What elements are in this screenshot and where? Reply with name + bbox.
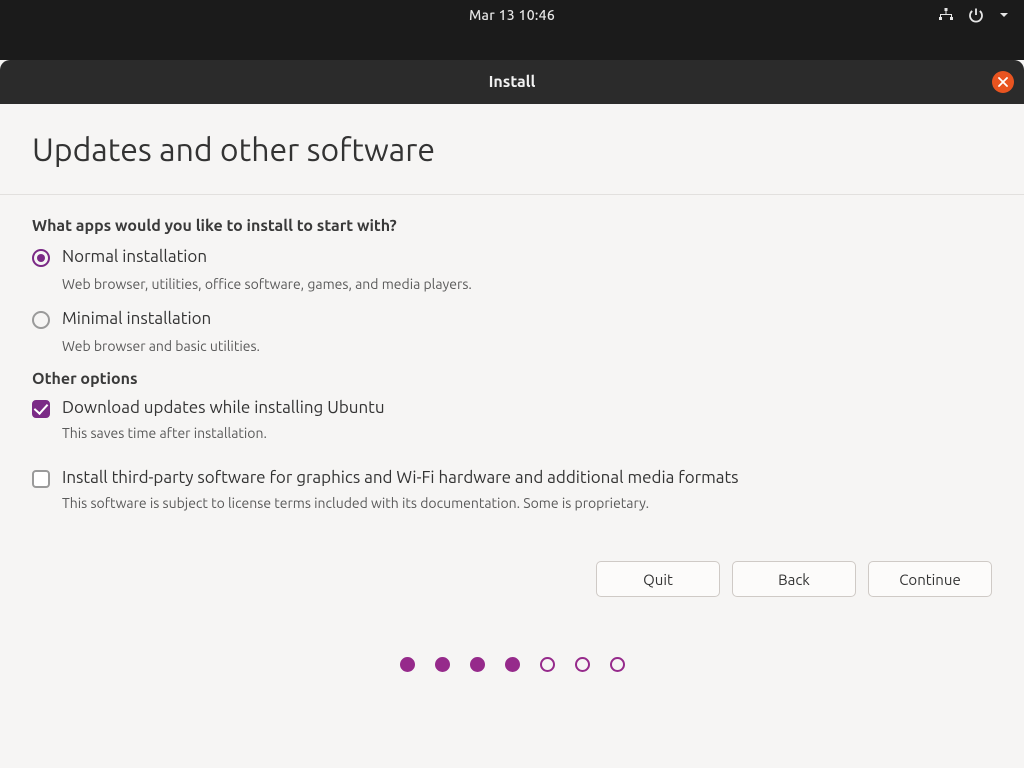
progress-dot [540, 657, 555, 672]
other-options-heading: Other options [32, 370, 992, 388]
radio-minimal-installation[interactable]: Minimal installation [32, 309, 992, 331]
checkbox-third-party-desc: This software is subject to license term… [62, 494, 992, 514]
installer-window: Install Updates and other software What … [0, 60, 1024, 672]
quit-button[interactable]: Quit [596, 561, 720, 597]
progress-dot [575, 657, 590, 672]
radio-icon [32, 311, 50, 329]
progress-dot [435, 657, 450, 672]
checkbox-download-updates[interactable]: Download updates while installing Ubuntu [32, 398, 992, 420]
progress-dot [470, 657, 485, 672]
checkbox-third-party-label: Install third-party software for graphic… [62, 468, 739, 487]
window-title: Install [489, 73, 536, 91]
titlebar: Install [0, 60, 1024, 104]
radio-normal-desc: Web browser, utilities, office software,… [62, 275, 992, 295]
network-icon[interactable] [938, 7, 954, 23]
progress-dot [610, 657, 625, 672]
footer-actions: Quit Back Continue [0, 537, 1024, 597]
power-icon[interactable] [968, 7, 984, 23]
chevron-down-icon[interactable] [998, 9, 1010, 21]
install-question: What apps would you like to install to s… [32, 217, 992, 235]
close-button[interactable] [992, 71, 1014, 93]
radio-icon [32, 249, 50, 267]
clock: Mar 13 10:46 [469, 7, 555, 23]
progress-dot [505, 657, 520, 672]
top-panel: Mar 13 10:46 [0, 0, 1024, 30]
radio-normal-installation[interactable]: Normal installation [32, 247, 992, 269]
panel-gap [0, 30, 1024, 60]
radio-minimal-desc: Web browser and basic utilities. [62, 337, 992, 357]
progress-dots [0, 657, 1024, 672]
back-button[interactable]: Back [732, 561, 856, 597]
separator [0, 194, 1024, 195]
checkbox-third-party[interactable]: Install third-party software for graphic… [32, 468, 992, 490]
radio-minimal-label: Minimal installation [62, 309, 211, 328]
continue-button[interactable]: Continue [868, 561, 992, 597]
checkbox-download-updates-label: Download updates while installing Ubuntu [62, 398, 385, 417]
close-icon [998, 77, 1008, 87]
content: Updates and other software What apps wou… [0, 104, 1024, 513]
system-tray[interactable] [938, 0, 1010, 30]
checkbox-icon [32, 470, 50, 488]
radio-normal-label: Normal installation [62, 247, 207, 266]
checkbox-icon [32, 400, 50, 418]
progress-dot [400, 657, 415, 672]
checkbox-download-updates-desc: This saves time after installation. [62, 424, 992, 444]
page-heading: Updates and other software [32, 132, 992, 168]
